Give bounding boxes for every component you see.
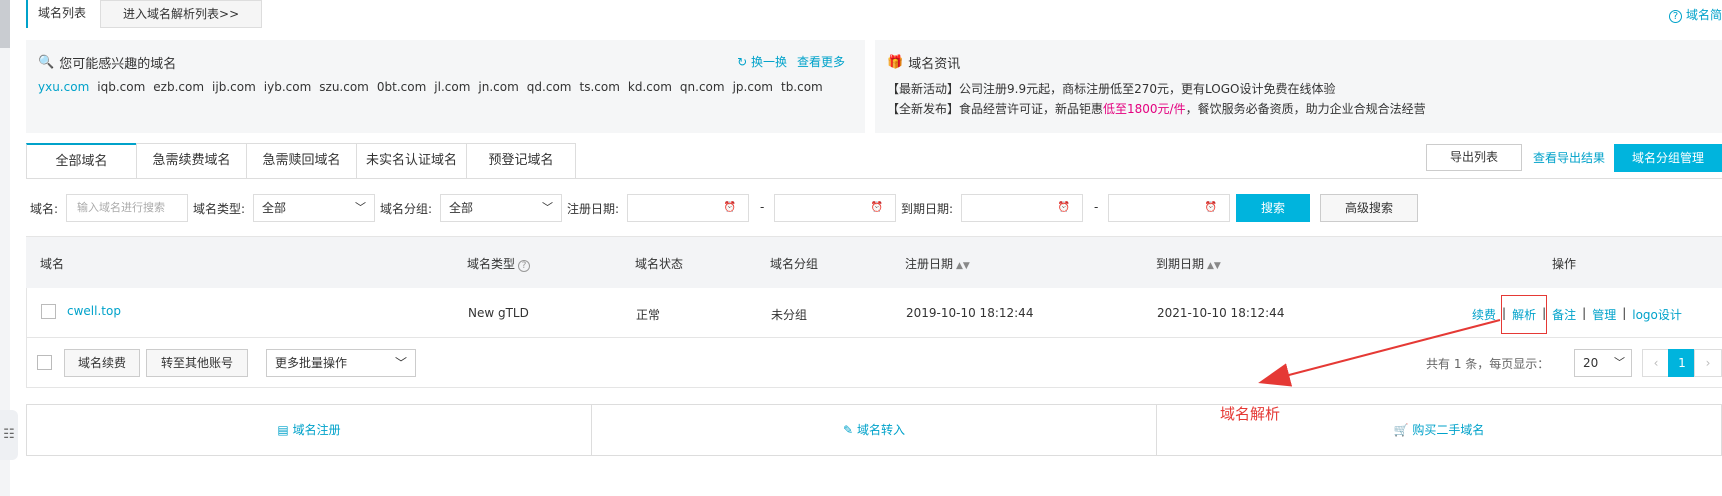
annotation-arrow bbox=[1258, 319, 1501, 387]
page-root: ☷ 域名列表 进入域名解析列表>> ? 域名简 🔍 您可能感兴趣的域名 ↻ 换一换… bbox=[0, 0, 1722, 496]
annotation-label: 域名解析 bbox=[1220, 405, 1281, 423]
